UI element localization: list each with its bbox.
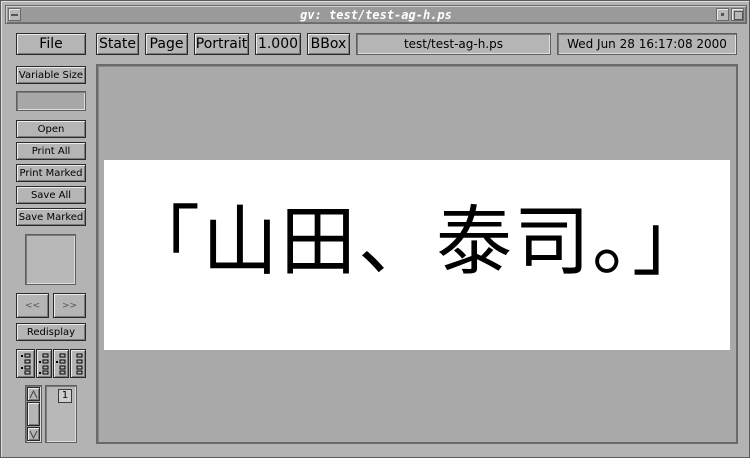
zoom-menu-button[interactable]: 1.000 [255,33,301,55]
scroll-thumb[interactable] [27,402,40,426]
maximize-button[interactable] [731,8,744,21]
arrow-up-icon [29,389,38,398]
file-menu-button[interactable]: File [16,33,86,55]
save-all-button[interactable]: Save All [16,186,86,204]
unmark-button[interactable] [70,349,86,378]
page-menu-button[interactable]: Page [145,33,188,55]
arrow-down-icon [29,430,38,439]
date-display: Wed Jun 28 16:17:08 2000 [557,33,737,55]
filename-display: test/test-ag-h.ps [356,33,551,55]
next-page-button[interactable]: >> [53,293,86,318]
open-button[interactable]: Open [16,120,86,138]
document-text: 「山田、泰司。」 [124,197,710,286]
mark-even-icon [39,353,49,375]
status-field [16,91,86,111]
bbox-menu-button[interactable]: BBox [307,33,350,55]
title-bar[interactable]: gv: test/test-ag-h.ps [5,5,747,24]
orientation-menu-button[interactable]: Portrait [194,33,249,55]
scroll-down-button[interactable] [27,427,40,441]
scroll-up-button[interactable] [27,387,40,401]
window-title: gv: test/test-ag-h.ps [300,8,452,22]
document-viewport[interactable]: 「山田、泰司。」 [96,64,738,444]
print-all-button[interactable]: Print All [16,142,86,160]
print-marked-button[interactable]: Print Marked [16,164,86,182]
previous-page-button[interactable]: << [16,293,49,318]
unmark-icon [76,353,83,375]
mark-odd-icon [21,353,31,375]
mark-odd-button[interactable] [16,349,35,378]
mark-current-button[interactable] [53,349,69,378]
mark-current-icon [56,353,66,375]
page-list-item[interactable]: 1 [58,389,72,403]
gv-window: gv: test/test-ag-h.ps File State Page Po… [0,0,750,458]
page-panner[interactable] [25,234,76,285]
document-page: 「山田、泰司。」 [104,160,730,350]
redisplay-button[interactable]: Redisplay [16,323,86,341]
page-list[interactable]: 1 [45,385,77,443]
variable-size-button[interactable]: Variable Size [16,66,86,84]
mark-even-button[interactable] [36,349,52,378]
page-list-scrollbar[interactable] [25,385,42,443]
save-marked-button[interactable]: Save Marked [16,208,86,226]
minimize-button[interactable] [716,8,729,21]
state-menu-button[interactable]: State [96,33,139,55]
